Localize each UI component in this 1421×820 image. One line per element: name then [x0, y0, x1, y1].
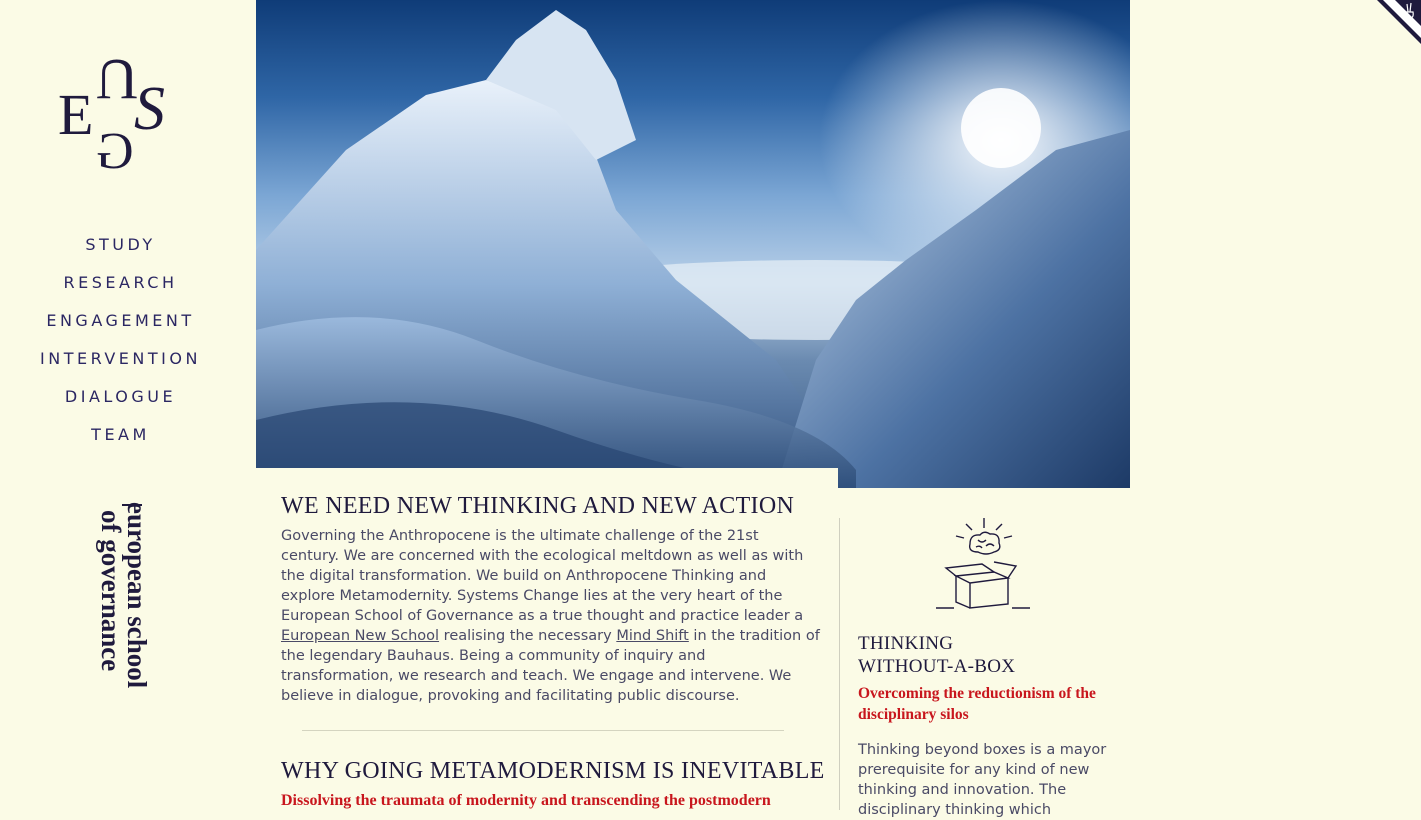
logo-letter-s: S	[134, 75, 165, 143]
card-title-line-1: THINKING	[858, 633, 954, 654]
article-body: Governing the Anthropocene is the ultima…	[281, 526, 821, 706]
metamodernism-subheading: Dissolving the traumata of modernity and…	[281, 792, 771, 809]
brain-box-icon	[936, 518, 1030, 609]
card-body: Thinking beyond boxes is a mayor prerequ…	[858, 742, 1107, 818]
european-new-school-link[interactable]: European New School	[281, 628, 439, 644]
sidebar: E U S G STUDY RESEARCH ENGAGEMENT INTERV…	[0, 0, 256, 810]
card-title-line-2: WITHOUT-A-BOX	[858, 656, 1016, 677]
brand-line-2: of governance	[96, 510, 126, 672]
nav-item-research[interactable]: RESEARCH	[0, 264, 241, 302]
card-divider	[839, 518, 840, 810]
card-title: THINKING WITHOUT-A-BOX	[858, 632, 1015, 678]
hero-image	[256, 0, 1130, 488]
peace-hand-icon[interactable]	[1377, 0, 1421, 44]
intro-article: WE NEED NEW THINKING AND NEW ACTION Gove…	[256, 468, 838, 810]
nav-item-dialogue[interactable]: DIALOGUE	[0, 378, 241, 416]
brand-line-1: european school	[122, 502, 152, 689]
article-heading: WE NEED NEW THINKING AND NEW ACTION	[281, 493, 795, 519]
section-divider	[302, 730, 784, 731]
thinking-card: THINKING WITHOUT-A-BOX Overcoming the re…	[838, 488, 1130, 818]
metamodernism-heading: WHY GOING METAMODERNISM IS INEVITABLE	[281, 758, 825, 784]
card-subtitle: Overcoming the reductionism of the disci…	[858, 685, 1096, 723]
eusg-logo[interactable]: E U S G	[58, 47, 184, 180]
vertical-brand-name: european school of governance	[20, 502, 220, 708]
mind-shift-link[interactable]: Mind Shift	[616, 628, 689, 644]
article-text-2: realising the necessary	[439, 628, 617, 644]
logo-letter-e: E	[58, 82, 94, 147]
nav-item-engagement[interactable]: ENGAGEMENT	[0, 302, 241, 340]
nav-item-study[interactable]: STUDY	[0, 226, 241, 264]
nav-item-team[interactable]: TEAM	[0, 416, 241, 454]
main-nav: STUDY RESEARCH ENGAGEMENT INTERVENTION D…	[0, 226, 241, 454]
article-text-1: Governing the Anthropocene is the ultima…	[281, 528, 804, 624]
nav-item-intervention[interactable]: INTERVENTION	[0, 340, 241, 378]
mountain-scene	[256, 10, 1130, 488]
logo-letter-u: U	[96, 47, 138, 112]
logo-letter-g: G	[96, 123, 134, 180]
